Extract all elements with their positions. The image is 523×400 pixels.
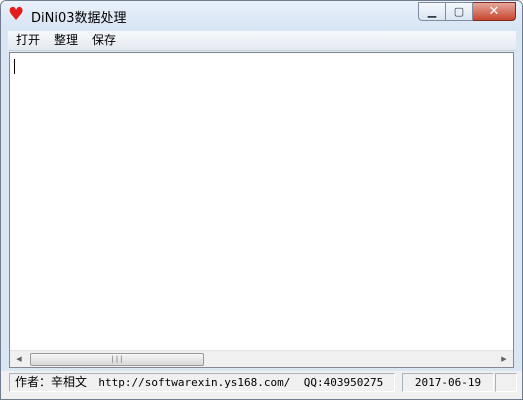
menu-item-open[interactable]: 打开 [16, 31, 40, 50]
scroll-thumb[interactable]: ||| [30, 353, 204, 366]
scroll-right-button[interactable]: ▶ [496, 351, 512, 367]
window-title: DiNi03数据处理 [31, 11, 127, 26]
triangle-right-icon: ▶ [501, 355, 507, 363]
status-extra-pane [495, 373, 517, 392]
status-author: 作者：辛相文 [15, 375, 88, 389]
app-window: ♥ DiNi03数据处理 ▁ ▢ ✕ 打开 整理 保存 ◀ ||| ▶ 作者：辛… [0, 0, 523, 400]
horizontal-scrollbar[interactable]: ◀ ||| ▶ [10, 350, 513, 367]
maximize-icon: ▢ [453, 5, 465, 18]
menu-item-organize[interactable]: 整理 [54, 31, 78, 50]
close-button[interactable]: ✕ [473, 2, 516, 21]
text-caret [14, 59, 15, 74]
status-date: 2017-06-19 [402, 373, 494, 392]
grip-icon: ||| [110, 355, 124, 363]
scroll-left-button[interactable]: ◀ [11, 351, 27, 367]
status-bar: 作者：辛相文 http://softwarexin.ys168.com/ QQ:… [1, 371, 522, 399]
text-editor[interactable]: ◀ ||| ▶ [9, 52, 514, 368]
status-qq: QQ:403950275 [303, 376, 384, 389]
triangle-left-icon: ◀ [16, 355, 22, 363]
menu-bar: 打开 整理 保存 [8, 31, 516, 51]
close-icon: ✕ [488, 4, 500, 19]
title-bar[interactable]: ♥ DiNi03数据处理 ▁ ▢ ✕ [1, 1, 522, 30]
minimize-icon: ▁ [427, 5, 437, 18]
maximize-button[interactable]: ▢ [446, 2, 473, 21]
heart-icon: ♥ [8, 4, 25, 25]
status-url: http://softwarexin.ys168.com/ [98, 376, 291, 389]
caption-buttons: ▁ ▢ ✕ [418, 2, 516, 21]
minimize-button[interactable]: ▁ [418, 2, 446, 21]
menu-item-save[interactable]: 保存 [92, 31, 116, 50]
status-info-pane: 作者：辛相文 http://softwarexin.ys168.com/ QQ:… [9, 373, 395, 392]
